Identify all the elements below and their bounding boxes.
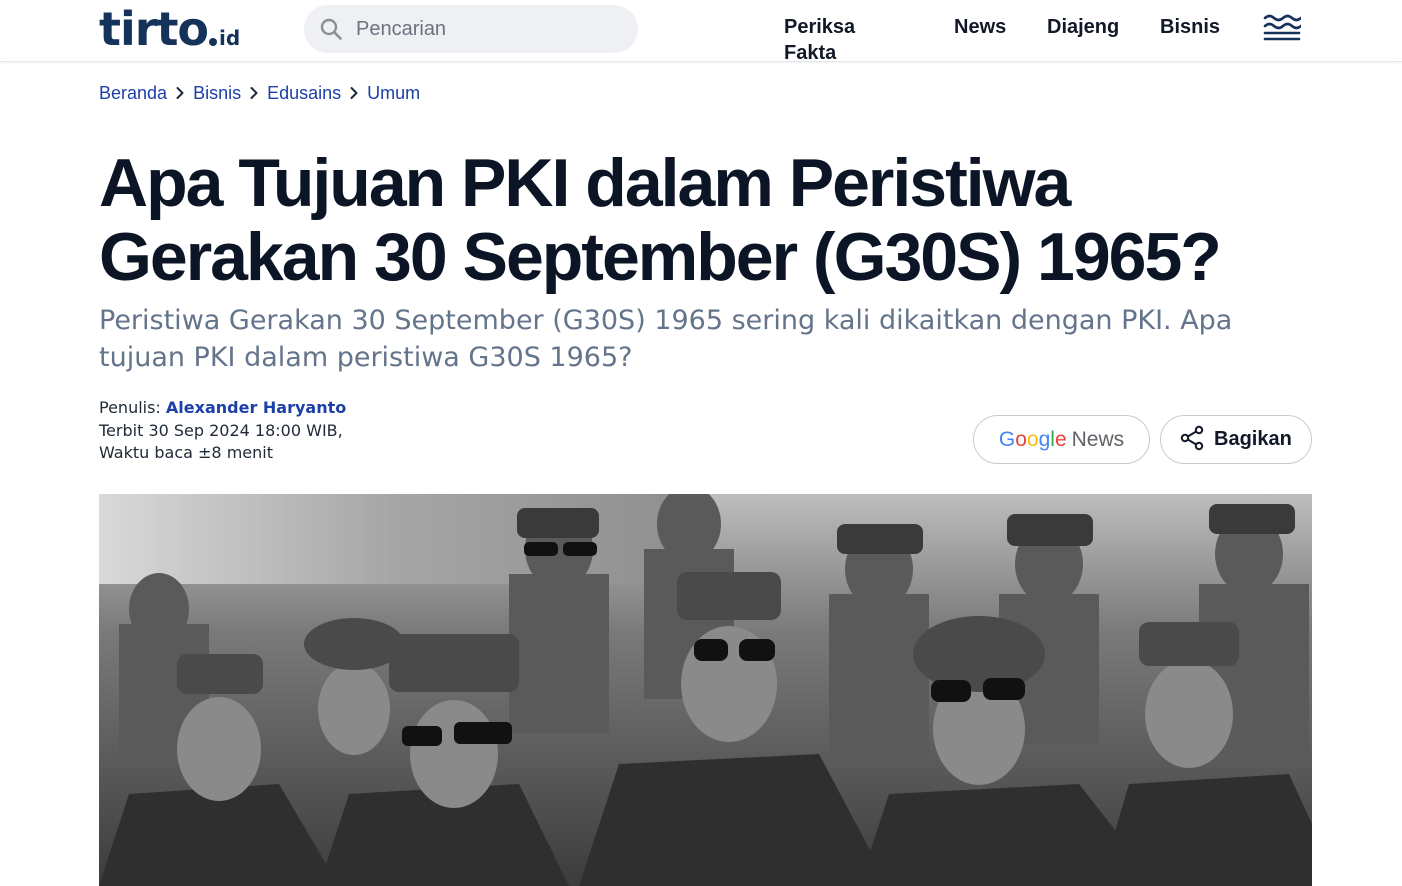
google-letter: o <box>1026 427 1039 451</box>
article-title-line-2: Gerakan 30 September (G30S) 1965? <box>99 219 1222 295</box>
photo-soldiers <box>99 494 1312 886</box>
google-letter: e <box>1054 427 1067 451</box>
article-subtitle: Peristiwa Gerakan 30 September (G30S) 19… <box>99 305 1233 373</box>
publish-date: Terbit 30 Sep 2024 18:00 WIB, <box>99 420 343 440</box>
chevron-right-icon <box>341 86 367 100</box>
reading-time: Waktu baca ±8 menit <box>99 443 273 462</box>
author-prefix: Penulis: <box>99 398 161 417</box>
share-icon <box>1179 425 1205 454</box>
article-meta: Penulis: Alexander Haryanto Terbit 30 Se… <box>99 397 346 465</box>
author-link[interactable]: Alexander Haryanto <box>166 398 346 417</box>
logo-main-text: tirto <box>99 2 209 56</box>
nav-item-news[interactable]: News <box>954 14 1006 40</box>
share-button[interactable]: Bagikan <box>1160 415 1312 464</box>
google-news-word: News <box>1071 427 1125 451</box>
nav-item-diajeng[interactable]: Diajeng <box>1047 14 1119 40</box>
author-line: Penulis: Alexander Haryanto <box>99 397 346 420</box>
search-icon <box>318 16 344 42</box>
google-news-button[interactable]: Google News <box>973 415 1150 464</box>
chevron-right-icon <box>241 86 267 100</box>
breadcrumb-item-umum[interactable]: Umum <box>367 82 420 104</box>
logo-sub-text: id <box>219 26 241 50</box>
menu-wave-icon[interactable] <box>1263 12 1303 42</box>
hero-image <box>99 494 1312 886</box>
site-header: tirto id Periksa Fakta News Diajeng Bisn… <box>0 0 1402 64</box>
google-letter: G <box>998 427 1016 451</box>
site-logo[interactable]: tirto id <box>99 2 240 52</box>
breadcrumb-item-beranda[interactable]: Beranda <box>99 82 167 104</box>
chevron-right-icon <box>167 86 193 100</box>
google-letter: g <box>1038 427 1051 451</box>
google-letter: o <box>1015 427 1027 451</box>
breadcrumb: Beranda Bisnis Edusains Umum <box>99 82 420 104</box>
article-title-line-1: Apa Tujuan PKI dalam Peristiwa <box>99 145 1071 221</box>
share-label: Bagikan <box>1214 428 1292 450</box>
nav-item-periksa-fakta[interactable]: Periksa Fakta <box>784 14 855 66</box>
search-input[interactable] <box>356 17 616 41</box>
article-title: Apa Tujuan PKI dalam Peristiwa Gerakan 3… <box>99 146 1319 294</box>
breadcrumb-item-bisnis[interactable]: Bisnis <box>193 82 241 104</box>
logo-dot <box>209 38 218 46</box>
nav-item-bisnis[interactable]: Bisnis <box>1160 14 1220 40</box>
breadcrumb-item-edusains[interactable]: Edusains <box>267 82 341 104</box>
search-bar[interactable] <box>304 5 638 53</box>
